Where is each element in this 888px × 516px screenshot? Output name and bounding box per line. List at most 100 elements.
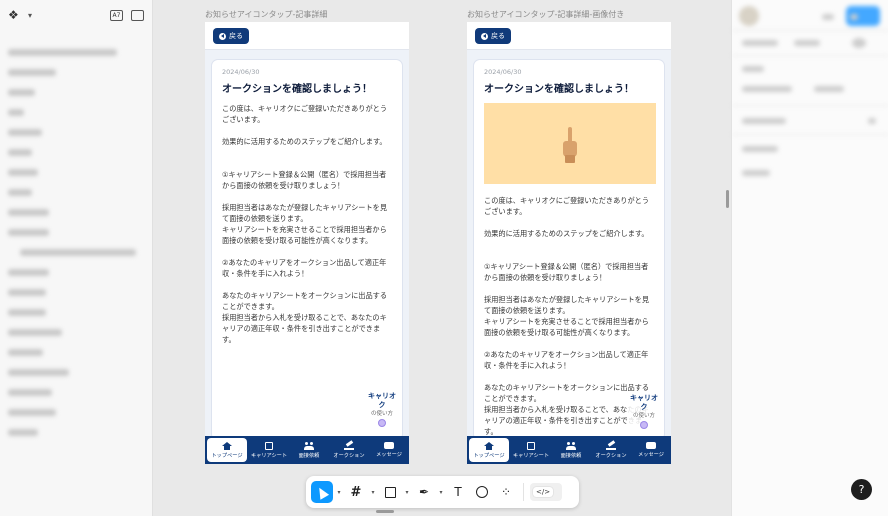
list-item[interactable] [8,349,44,356]
tab-label: トップページ [211,452,243,459]
divider [732,30,888,31]
people-icon [566,441,576,450]
chat-icon [646,442,656,449]
design-canvas[interactable]: お知らせアイコンタップ-記事詳細 戻る 2024/06/30 オークションを確認… [153,0,725,516]
tab-prototype[interactable] [794,40,820,46]
home-icon [222,441,232,450]
divider [732,55,888,56]
layers-list [0,30,152,455]
tab-interview-requests[interactable]: 面接依頼 [289,436,329,464]
frame-label[interactable]: お知らせアイコンタップ-記事詳細 [205,9,327,20]
tab-interview-requests[interactable]: 面接依頼 [551,436,591,464]
section-heading [742,66,764,72]
tab-top-page[interactable]: トップページ [207,438,247,462]
frame-label[interactable]: お知らせアイコンタップ-記事詳細-画像付き [467,9,624,20]
frame-tool-button[interactable]: # [345,481,367,503]
tab-career-sheet[interactable]: キャリアシート [249,436,289,464]
section-heading [742,170,770,176]
phone-frame-article[interactable]: 戻る 2024/06/30 オークションを確認しましょう！ この度は、キャリオク… [205,22,409,464]
list-item[interactable] [8,409,56,416]
rectangle-icon [384,486,396,498]
list-item[interactable] [8,209,49,216]
list-item[interactable] [8,309,47,316]
section-heading [742,118,786,124]
help-button[interactable]: ? [851,479,872,500]
chevron-down-icon[interactable]: ▾ [403,489,411,496]
font-toggle-button[interactable]: A7 [110,9,123,21]
text-tool-button[interactable]: T [447,481,469,503]
tab-messages[interactable]: メッセージ [369,436,409,464]
list-item[interactable] [8,329,63,336]
pen-icon: ✒ [418,485,430,499]
list-item[interactable] [8,229,49,236]
chevron-down-icon[interactable]: ▾ [335,489,343,496]
sidebar-toggle-icon[interactable] [131,9,144,21]
tab-career-sheet[interactable]: キャリアシート [511,436,551,464]
list-item[interactable] [8,289,47,296]
phone-frame-article-with-image[interactable]: 戻る 2024/06/30 オークションを確認しましょう！ この度は、キャリオク… [467,22,671,464]
divider [732,105,888,106]
list-item[interactable] [8,149,33,156]
list-item[interactable] [8,389,52,396]
cursor-arrow-icon [314,484,330,500]
article-paragraph: この度は、キャリオクにご登録いただきありがとうございます。 [222,104,388,124]
play-icon[interactable] [822,14,834,20]
bottom-toolbar: ▾ # ▾ ▾ ✒ ▾ T ⁘ </> [306,476,579,508]
figma-logo-icon[interactable]: ❖ [8,8,22,22]
avatar[interactable] [739,6,759,26]
canvas-scroll-handle[interactable] [376,510,394,513]
tab-top-page[interactable]: トップページ [469,438,509,462]
list-item[interactable] [8,369,70,376]
actions-icon: ⁘ [500,485,512,499]
comment-tool-button[interactable] [471,481,493,503]
how-to-use-badge[interactable]: キャリオク の使い方 [365,392,399,432]
tab-messages[interactable]: メッセージ [631,436,671,464]
chevron-down-icon[interactable]: ▾ [437,489,445,496]
move-tool-button[interactable] [311,481,333,503]
tab-label: 面接依頼 [560,452,582,459]
pen-tool-button[interactable]: ✒ [413,481,435,503]
tab-label: 面接依頼 [298,452,320,459]
back-arrow-icon [219,32,226,40]
tab-auction[interactable]: オークション [591,436,631,464]
divider [732,134,888,135]
list-item[interactable] [8,89,36,96]
list-item[interactable] [8,109,25,116]
article-paragraph: 採用担当者はあなたが登録したキャリアシートを見て面接の依頼を送ります。 キャリア… [484,295,650,337]
chevron-down-icon[interactable]: ▾ [369,489,377,496]
list-item[interactable] [8,169,38,176]
tab-auction[interactable]: オークション [329,436,369,464]
opacity-value[interactable] [814,86,844,92]
toolbar-divider [523,483,524,501]
resize-handle[interactable] [726,190,729,208]
list-item[interactable] [8,269,49,276]
chevron-down-icon[interactable]: ▾ [28,11,32,20]
gavel-icon [606,442,616,450]
list-item[interactable] [20,249,136,256]
add-icon[interactable] [868,118,876,124]
list-item[interactable] [8,69,56,76]
zoom-label[interactable] [850,14,858,20]
list-item[interactable] [8,129,42,136]
back-button[interactable]: 戻る [475,28,511,44]
how-to-use-badge[interactable]: キャリオク の使い方 [627,394,661,434]
actions-tool-button[interactable]: ⁘ [495,481,517,503]
list-item[interactable] [8,49,117,56]
zoom-control[interactable] [852,38,866,48]
help-badge-logo: キャリオク [630,394,658,411]
tab-design[interactable] [742,40,778,46]
bottom-tab-bar: トップページ キャリアシート 面接依頼 オークション メッセージ [467,436,671,464]
article-card: 2024/06/30 オークションを確認しましょう！ この度は、キャリオクにご登… [212,60,402,440]
list-item[interactable] [8,189,33,196]
article-paragraph: ②あなたのキャリアをオークション出品して適正年収・条件を手に入れよう！ [222,258,387,278]
wooden-hand-image [561,125,579,163]
shape-tool-button[interactable] [379,481,401,503]
list-item[interactable] [8,429,38,436]
color-row[interactable] [742,86,792,92]
document-icon [527,441,535,450]
back-button[interactable]: 戻る [213,28,249,44]
dev-mode-toggle[interactable]: </> [530,483,562,501]
home-icon [484,441,494,450]
back-button-label: 戻る [229,32,243,40]
